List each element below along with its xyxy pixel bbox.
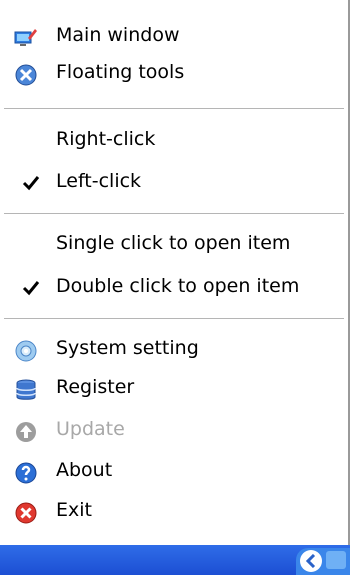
settings-disc-icon (15, 340, 37, 362)
menu-item-label: Register (56, 376, 135, 398)
menu-item-label: About (56, 459, 113, 481)
menu-separator (4, 318, 344, 319)
exit-icon (15, 502, 37, 524)
menu-item-label: System setting (56, 337, 199, 359)
chevron-left-icon (305, 554, 316, 568)
system-tray (296, 548, 350, 575)
menu-item-main-window[interactable]: Main window (0, 20, 348, 54)
menu-item-double-click[interactable]: Double click to open item (0, 271, 348, 305)
floating-tools-icon (15, 64, 37, 86)
menu-item-update[interactable]: Update (0, 414, 348, 448)
menu-item-single-click[interactable]: Single click to open item (0, 228, 348, 262)
menu-item-register[interactable]: Register (0, 372, 348, 406)
menu-item-label: Right-click (56, 128, 156, 150)
checkmark-icon (22, 281, 40, 296)
show-hidden-icons-button[interactable] (300, 550, 322, 572)
menu-separator (4, 108, 344, 109)
menu-item-label: Floating tools (56, 61, 185, 83)
menu-item-label: Main window (56, 24, 180, 46)
menu-separator (4, 213, 344, 214)
tray-app-icon[interactable] (326, 551, 346, 569)
menu-item-about[interactable]: About (0, 455, 348, 489)
menu-item-right-click[interactable]: Right-click (0, 124, 348, 158)
database-icon (16, 379, 36, 400)
menu-item-label: Single click to open item (56, 232, 291, 254)
menu-item-label: Double click to open item (56, 275, 300, 297)
menu-item-label: Left-click (56, 170, 142, 192)
monitor-pencil-icon (14, 29, 37, 46)
help-icon (15, 462, 37, 484)
checkmark-icon (22, 176, 40, 191)
menu-item-exit[interactable]: Exit (0, 495, 348, 529)
menu-item-floating-tools[interactable]: Floating tools (0, 57, 348, 91)
menu-item-label: Exit (56, 499, 92, 521)
menu-item-left-click[interactable]: Left-click (0, 166, 348, 200)
menu-item-system-setting[interactable]: System setting (0, 333, 348, 367)
menu-item-label: Update (56, 418, 125, 440)
update-arrow-icon (16, 422, 36, 442)
tray-context-menu: Main window Floating tools Right-click L… (0, 0, 350, 545)
